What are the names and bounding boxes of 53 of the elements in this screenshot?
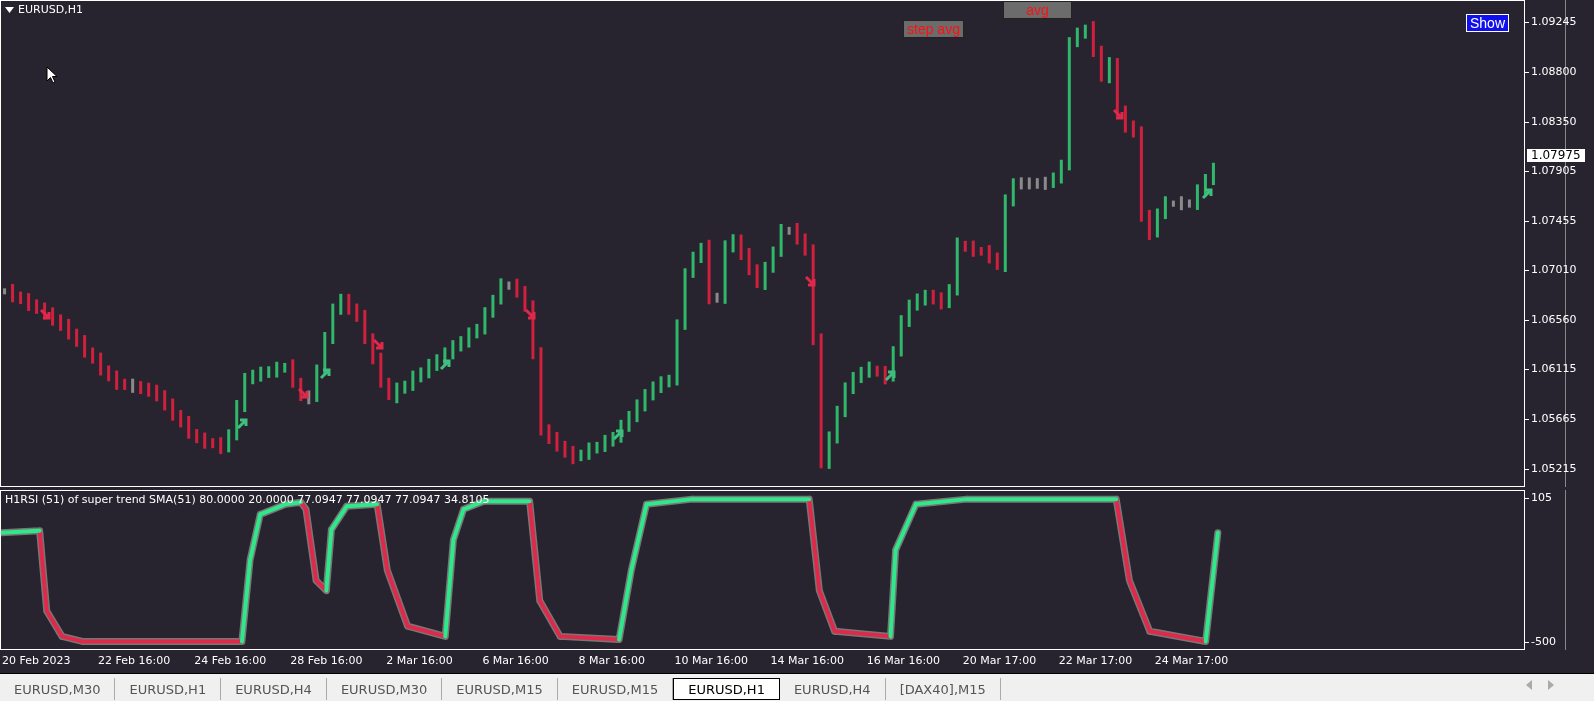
symbol-label: EURUSD,H1 — [18, 3, 83, 16]
down-right-arrow-icon — [523, 307, 537, 321]
price-label: 1.06560 — [1531, 313, 1577, 326]
date-label: 20 Mar 17:00 — [962, 654, 1037, 667]
dropdown-triangle-icon[interactable] — [5, 6, 14, 13]
chart-tab[interactable]: EURUSD,M30 — [0, 678, 116, 700]
date-label: 20 Feb 2023 — [2, 654, 71, 667]
chart-tab[interactable]: EURUSD,M30 — [326, 678, 443, 700]
down-right-arrow-icon — [372, 337, 386, 351]
date-label: 16 Mar 16:00 — [866, 654, 941, 667]
date-label: 8 Mar 16:00 — [578, 654, 645, 667]
up-right-arrow-icon — [439, 357, 453, 371]
up-right-arrow-icon — [235, 416, 249, 430]
current-price-label: 1.07975 — [1527, 148, 1585, 162]
date-label: 24 Feb 16:00 — [194, 654, 267, 667]
up-right-arrow-icon — [612, 427, 626, 441]
price-label: 1.07455 — [1531, 214, 1577, 227]
price-label: 1.06115 — [1531, 363, 1577, 376]
price-label: 1.08800 — [1531, 65, 1577, 78]
date-label: 14 Mar 16:00 — [770, 654, 845, 667]
date-label: 22 Mar 17:00 — [1058, 654, 1133, 667]
indicator-scale-label: -500 — [1531, 636, 1556, 648]
down-right-arrow-icon — [1112, 108, 1126, 122]
indicator-label: H1RSI (51) of super trend SMA(51) 80.0000 20.0000 77.0947 77.0947 77.0947 34.8105 — [5, 493, 490, 506]
up-right-arrow-icon — [1200, 187, 1214, 200]
indicator-scale-label: 105 — [1531, 492, 1552, 504]
price-label: 1.05215 — [1531, 462, 1577, 475]
up-right-arrow-icon — [319, 366, 333, 380]
down-right-arrow-icon — [38, 307, 52, 321]
date-label: 28 Feb 16:00 — [290, 654, 363, 667]
price-label: 1.05665 — [1531, 413, 1577, 426]
down-right-arrow-icon — [296, 386, 310, 400]
date-label: 6 Mar 16:00 — [482, 654, 549, 667]
price-label: 1.07905 — [1531, 165, 1577, 178]
price-label: 1.08350 — [1531, 115, 1577, 128]
chart-tab[interactable]: EURUSD,H4 — [779, 678, 886, 700]
chart-tab[interactable]: EURUSD,H4 — [221, 678, 327, 700]
price-label: 1.09245 — [1531, 16, 1577, 29]
mouse-cursor-icon — [46, 66, 58, 84]
date-label: 24 Mar 17:00 — [1154, 654, 1229, 667]
scroll-right-icon[interactable] — [1548, 680, 1554, 690]
chart-tab[interactable]: EURUSD,M15 — [442, 678, 558, 700]
date-label: 10 Mar 16:00 — [674, 654, 748, 667]
up-right-arrow-icon — [883, 368, 897, 382]
chart-tab[interactable]: EURUSD,H1 — [115, 678, 222, 700]
scroll-left-icon[interactable] — [1526, 680, 1532, 690]
chart-tab[interactable]: EURUSD,H1 — [673, 678, 780, 700]
show-button[interactable]: Show — [1466, 14, 1510, 32]
chart-tab[interactable]: [DAX40],M15 — [885, 678, 1001, 700]
price-label: 1.07010 — [1531, 264, 1577, 277]
date-label: 22 Feb 16:00 — [98, 654, 171, 667]
down-right-arrow-icon — [804, 274, 818, 288]
date-label: 2 Mar 16:00 — [386, 654, 453, 667]
